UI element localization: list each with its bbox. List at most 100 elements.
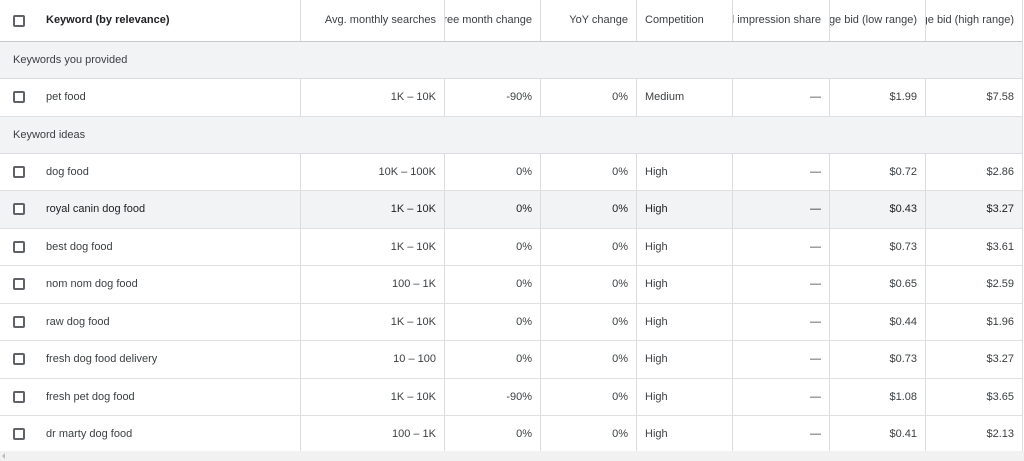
avg-searches-cell: 1K – 10K — [301, 378, 445, 415]
competition-cell: High — [637, 416, 733, 453]
row-checkbox-cell — [0, 379, 36, 416]
row-checkbox[interactable] — [13, 428, 25, 441]
yoy-cell: 0% — [541, 79, 637, 116]
keyword-cell: pet food — [36, 79, 301, 116]
row-checkbox-cell — [0, 79, 36, 116]
avg-searches-cell: 10K – 100K — [301, 153, 445, 190]
three-month-cell: 0% — [445, 416, 541, 453]
table-row[interactable]: pet food 1K – 10K -90% 0% Medium — $1.99… — [0, 79, 1022, 117]
row-checkbox[interactable] — [13, 353, 25, 366]
avg-searches-cell: 100 – 1K — [301, 266, 445, 303]
ad-impression-cell: — — [733, 378, 830, 415]
row-checkbox[interactable] — [13, 203, 25, 216]
table-row[interactable]: dr marty dog food 100 – 1K 0% 0% High — … — [0, 416, 1022, 454]
ad-impression-cell: — — [733, 416, 830, 453]
ad-impression-cell: — — [733, 341, 830, 378]
competition-cell: High — [637, 153, 733, 190]
three-month-cell: 0% — [445, 228, 541, 265]
keyword-cell: dog food — [36, 153, 301, 190]
three-month-cell: 0% — [445, 191, 541, 228]
bid-high-cell: $1.96 — [986, 315, 1014, 328]
avg-searches-cell: 1K – 10K — [301, 228, 445, 265]
row-checkbox-cell — [0, 304, 36, 341]
column-header-avg-searches[interactable]: Avg. monthly searches — [301, 0, 445, 41]
table-row[interactable]: dog food 10K – 100K 0% 0% High — $0.72 $… — [0, 153, 1022, 191]
ad-impression-cell: — — [733, 153, 830, 190]
column-header-keyword[interactable]: Keyword (by relevance) — [36, 0, 301, 41]
row-checkbox[interactable] — [13, 165, 25, 178]
bid-low-cell: $0.73 — [830, 341, 926, 378]
bid-high-cell: $3.27 — [986, 353, 1014, 366]
yoy-cell: 0% — [541, 416, 637, 453]
row-checkbox-cell — [0, 229, 36, 266]
row-checkbox[interactable] — [13, 315, 25, 328]
column-header-ad-impression[interactable]: Ad impression share — [733, 0, 830, 41]
row-checkbox[interactable] — [13, 278, 25, 291]
yoy-cell: 0% — [541, 266, 637, 303]
row-checkbox[interactable] — [13, 240, 25, 253]
keyword-cell: best dog food — [36, 228, 301, 265]
column-header-bid-high[interactable]: Top of page bid (high range) — [926, 0, 1022, 41]
avg-searches-cell: 100 – 1K — [301, 416, 445, 453]
avg-searches-cell: 10 – 100 — [301, 341, 445, 378]
bid-high-cell: $2.86 — [986, 165, 1014, 178]
table-row[interactable]: fresh pet dog food 1K – 10K -90% 0% High… — [0, 378, 1022, 416]
avg-searches-cell: 1K – 10K — [301, 191, 445, 228]
keyword-cell: fresh pet dog food — [36, 378, 301, 415]
bid-high-cell: $7.58 — [986, 91, 1014, 104]
three-month-cell: 0% — [445, 341, 541, 378]
bid-low-cell: $0.72 — [830, 153, 926, 190]
table-row[interactable]: nom nom dog food 100 – 1K 0% 0% High — $… — [0, 266, 1022, 304]
three-month-cell: -90% — [445, 378, 541, 415]
horizontal-scrollbar[interactable] — [0, 451, 1024, 461]
bid-low-cell: $0.41 — [830, 416, 926, 453]
keyword-cell: fresh dog food delivery — [36, 341, 301, 378]
table-row[interactable]: royal canin dog food 1K – 10K 0% 0% High… — [0, 191, 1022, 229]
table-row[interactable]: raw dog food 1K – 10K 0% 0% High — $0.44… — [0, 303, 1022, 341]
keyword-cell: royal canin dog food — [36, 191, 301, 228]
column-header-three-month[interactable]: Three month change — [445, 0, 541, 41]
competition-cell: High — [637, 191, 733, 228]
table-row[interactable]: best dog food 1K – 10K 0% 0% High — $0.7… — [0, 228, 1022, 266]
three-month-cell: -90% — [445, 79, 541, 116]
keyword-cell: nom nom dog food — [36, 266, 301, 303]
column-header-competition[interactable]: Competition — [637, 0, 733, 41]
row-checkbox-cell — [0, 266, 36, 303]
yoy-cell: 0% — [541, 153, 637, 190]
section-ideas: Keyword ideas — [0, 116, 1022, 154]
ad-impression-cell: — — [733, 79, 830, 116]
provided-rows: pet food 1K – 10K -90% 0% Medium — $1.99… — [0, 79, 1022, 117]
three-month-cell: 0% — [445, 153, 541, 190]
competition-cell: High — [637, 378, 733, 415]
table-row[interactable]: fresh dog food delivery 10 – 100 0% 0% H… — [0, 341, 1022, 379]
yoy-cell: 0% — [541, 341, 637, 378]
keyword-cell: raw dog food — [36, 303, 301, 340]
yoy-cell: 0% — [541, 228, 637, 265]
bid-low-cell: $0.73 — [830, 228, 926, 265]
bid-high-cell: $3.61 — [986, 240, 1014, 253]
section-provided: Keywords you provided — [0, 42, 1022, 79]
column-header-bid-low[interactable]: Top of page bid (low range) — [830, 0, 926, 41]
bid-low-cell: $1.08 — [830, 378, 926, 415]
select-all-checkbox[interactable] — [13, 14, 25, 27]
ad-impression-cell: — — [733, 191, 830, 228]
row-checkbox[interactable] — [13, 390, 25, 403]
competition-cell: Medium — [637, 79, 733, 116]
row-checkbox-cell — [0, 191, 36, 228]
bid-low-cell: $0.43 — [830, 191, 926, 228]
competition-cell: High — [637, 341, 733, 378]
bid-low-cell: $1.99 — [830, 79, 926, 116]
scroll-left-icon[interactable] — [2, 453, 5, 459]
yoy-cell: 0% — [541, 191, 637, 228]
ad-impression-cell: — — [733, 228, 830, 265]
bid-high-cell: $2.59 — [986, 278, 1014, 291]
row-checkbox[interactable] — [13, 91, 25, 104]
avg-searches-cell: 1K – 10K — [301, 79, 445, 116]
row-checkbox-cell — [0, 154, 36, 191]
competition-cell: High — [637, 303, 733, 340]
column-header-yoy[interactable]: YoY change — [541, 0, 637, 41]
yoy-cell: 0% — [541, 303, 637, 340]
bid-high-cell: $3.27 — [986, 203, 1014, 216]
table-header: Keyword (by relevance) Avg. monthly sear… — [0, 0, 1022, 42]
idea-rows: dog food 10K – 100K 0% 0% High — $0.72 $… — [0, 153, 1022, 454]
